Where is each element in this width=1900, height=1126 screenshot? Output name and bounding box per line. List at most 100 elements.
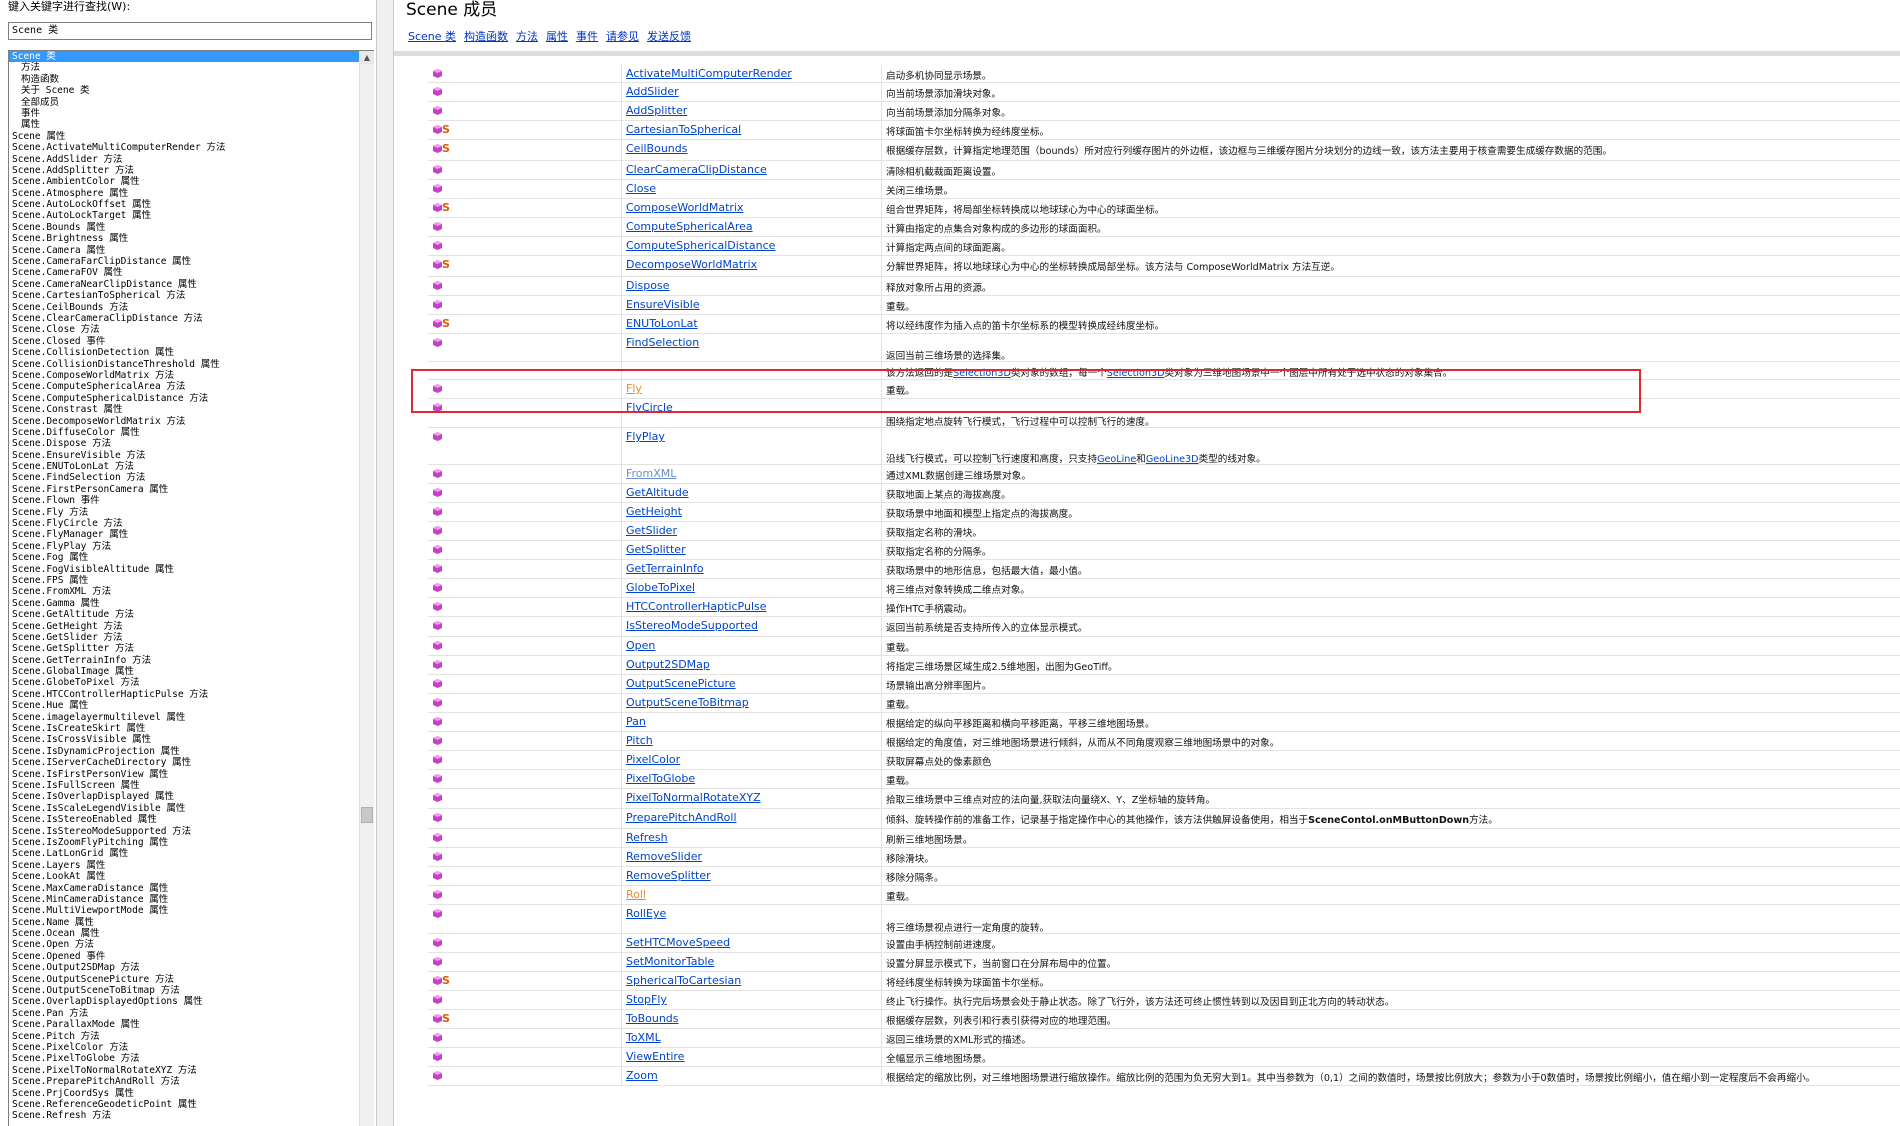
index-item[interactable]: Scene.GlobeToPixel 方法 bbox=[9, 677, 361, 688]
index-item[interactable]: Scene.IsOverlapDisplayed 属性 bbox=[9, 791, 361, 802]
index-item[interactable]: Scene.Atmosphere 属性 bbox=[9, 188, 361, 199]
member-link[interactable]: CeilBounds bbox=[626, 142, 688, 155]
index-item[interactable]: Scene.ActivateMultiComputerRender 方法 bbox=[9, 142, 361, 153]
index-item[interactable]: Scene.LookAt 属性 bbox=[9, 871, 361, 882]
index-item[interactable]: Scene.Fly 方法 bbox=[9, 507, 361, 518]
index-item[interactable]: Scene.FromXML 方法 bbox=[9, 586, 361, 597]
member-link[interactable]: Close bbox=[626, 182, 656, 195]
member-link[interactable]: GetAltitude bbox=[626, 486, 689, 499]
member-link[interactable]: ENUToLonLat bbox=[626, 317, 698, 330]
index-item[interactable]: Scene.ReferenceGeodeticPoint 属性 bbox=[9, 1099, 361, 1110]
member-link[interactable]: ComputeSphericalDistance bbox=[626, 239, 775, 252]
index-item[interactable]: Scene.IServerCacheDirectory 属性 bbox=[9, 757, 361, 768]
member-link[interactable]: ToBounds bbox=[626, 1012, 679, 1025]
index-item[interactable]: Scene.CameraFarClipDistance 属性 bbox=[9, 256, 361, 267]
member-link[interactable]: PixelToNormalRotateXYZ bbox=[626, 791, 761, 804]
index-item[interactable]: Scene.Hue 属性 bbox=[9, 700, 361, 711]
index-item[interactable]: Scene.AmbientColor 属性 bbox=[9, 176, 361, 187]
member-link[interactable]: GlobeToPixel bbox=[626, 581, 695, 594]
index-item[interactable]: Scene.Dispose 方法 bbox=[9, 438, 361, 449]
index-item[interactable]: Scene.IsFirstPersonView 属性 bbox=[9, 769, 361, 780]
member-link[interactable]: ToXML bbox=[626, 1031, 661, 1044]
index-item[interactable]: Scene.IsStereoModeSupported 方法 bbox=[9, 826, 361, 837]
index-item[interactable]: Scene.Name 属性 bbox=[9, 917, 361, 928]
index-item[interactable]: Scene.CollisionDetection 属性 bbox=[9, 347, 361, 358]
pane-splitter[interactable] bbox=[376, 0, 394, 1126]
index-item[interactable]: Scene 属性 bbox=[9, 131, 361, 142]
index-item[interactable]: Scene.AddSplitter 方法 bbox=[9, 165, 361, 176]
member-link[interactable]: GetSplitter bbox=[626, 543, 686, 556]
scroll-up-icon[interactable]: ▲ bbox=[360, 51, 374, 64]
index-item[interactable]: Scene.DecomposeWorldMatrix 方法 bbox=[9, 416, 361, 427]
member-link[interactable]: HTCControllerHapticPulse bbox=[626, 600, 767, 613]
nav-link[interactable]: 请参见 bbox=[606, 30, 639, 43]
index-item[interactable]: Scene.FlyCircle 方法 bbox=[9, 518, 361, 529]
member-link[interactable]: AddSlider bbox=[626, 85, 679, 98]
member-link[interactable]: Pitch bbox=[626, 734, 653, 747]
member-link[interactable]: RollEye bbox=[626, 907, 666, 920]
nav-link[interactable]: 发送反馈 bbox=[647, 30, 691, 43]
index-item[interactable]: Scene.FPS 属性 bbox=[9, 575, 361, 586]
index-item[interactable]: Scene.FlyManager 属性 bbox=[9, 529, 361, 540]
index-item[interactable]: Scene.Pan 方法 bbox=[9, 1008, 361, 1019]
index-item[interactable]: Scene.Closed 事件 bbox=[9, 336, 361, 347]
search-input[interactable]: Scene 类 bbox=[8, 22, 372, 40]
index-item[interactable]: Scene.Bounds 属性 bbox=[9, 222, 361, 233]
index-scrollbar[interactable]: ▲ bbox=[359, 51, 374, 1126]
index-item[interactable]: Scene.DiffuseColor 属性 bbox=[9, 427, 361, 438]
member-link[interactable]: Zoom bbox=[626, 1069, 658, 1082]
nav-link[interactable]: 方法 bbox=[516, 30, 538, 43]
index-item[interactable]: Scene.Output2SDMap 方法 bbox=[9, 962, 361, 973]
index-item[interactable]: Scene.ComputeSphericalArea 方法 bbox=[9, 381, 361, 392]
index-item[interactable]: Scene.Camera 属性 bbox=[9, 245, 361, 256]
index-item[interactable]: Scene.ComputeSphericalDistance 方法 bbox=[9, 393, 361, 404]
index-item[interactable]: Scene.CameraFOV 属性 bbox=[9, 267, 361, 278]
index-item[interactable]: Scene.IsCreateSkirt 属性 bbox=[9, 723, 361, 734]
member-link[interactable]: IsStereoModeSupported bbox=[626, 619, 758, 632]
index-item[interactable]: Scene.FirstPersonCamera 属性 bbox=[9, 484, 361, 495]
index-list-box[interactable]: Scene 类方法 构造函数 关于 Scene 类全部成员 事件 属性 Scene 属性 S… bbox=[8, 50, 374, 1126]
index-item[interactable]: Scene.Brightness 属性 bbox=[9, 233, 361, 244]
member-link[interactable]: Dispose bbox=[626, 279, 669, 292]
member-link[interactable]: Output2SDMap bbox=[626, 658, 710, 671]
member-link[interactable]: ViewEntire bbox=[626, 1050, 684, 1063]
index-item[interactable]: Scene.Fog 属性 bbox=[9, 552, 361, 563]
index-item[interactable]: Scene.FindSelection 方法 bbox=[9, 472, 361, 483]
index-item[interactable]: 事件 bbox=[9, 108, 361, 119]
index-item[interactable]: Scene.FlyPlay 方法 bbox=[9, 541, 361, 552]
index-item[interactable]: Scene.PixelToNormalRotateXYZ 方法 bbox=[9, 1065, 361, 1076]
member-link[interactable]: SetHTCMoveSpeed bbox=[626, 936, 730, 949]
index-item[interactable]: 关于 Scene 类 bbox=[9, 85, 361, 96]
index-item[interactable]: Scene.IsScaleLegendVisible 属性 bbox=[9, 803, 361, 814]
member-link[interactable]: SphericalToCartesian bbox=[626, 974, 741, 987]
index-item[interactable]: Scene.GetAltitude 方法 bbox=[9, 609, 361, 620]
index-item[interactable]: Scene.CeilBounds 方法 bbox=[9, 302, 361, 313]
member-link[interactable]: ComposeWorldMatrix bbox=[626, 201, 744, 214]
index-item[interactable]: Scene.GetSplitter 方法 bbox=[9, 643, 361, 654]
member-link[interactable]: Roll bbox=[626, 888, 646, 901]
index-item[interactable]: Scene.Layers 属性 bbox=[9, 860, 361, 871]
index-item[interactable]: Scene.CollisionDistanceThreshold 属性 bbox=[9, 359, 361, 370]
member-link[interactable]: GetTerrainInfo bbox=[626, 562, 704, 575]
member-link[interactable]: FlyPlay bbox=[626, 430, 665, 443]
scroll-thumb[interactable] bbox=[361, 807, 373, 824]
index-item[interactable]: Scene.imagelayermultilevel 属性 bbox=[9, 712, 361, 723]
member-link[interactable]: AddSplitter bbox=[626, 104, 687, 117]
index-item[interactable]: Scene.IsZoomFlyPitching 属性 bbox=[9, 837, 361, 848]
index-item[interactable]: Scene.Constrast 属性 bbox=[9, 404, 361, 415]
index-item[interactable]: Scene.IsFullScreen 属性 bbox=[9, 780, 361, 791]
member-link[interactable]: FindSelection bbox=[626, 336, 699, 349]
index-item[interactable]: Scene.OutputSceneToBitmap 方法 bbox=[9, 985, 361, 996]
nav-link[interactable]: 事件 bbox=[576, 30, 598, 43]
index-item[interactable]: Scene.EnsureVisible 方法 bbox=[9, 450, 361, 461]
index-item[interactable]: Scene.ParallaxMode 属性 bbox=[9, 1019, 361, 1030]
index-item[interactable]: Scene.OverlapDisplayedOptions 属性 bbox=[9, 996, 361, 1007]
index-item[interactable]: Scene.LatLonGrid 属性 bbox=[9, 848, 361, 859]
member-link[interactable]: EnsureVisible bbox=[626, 298, 700, 311]
nav-link[interactable]: Scene 类 bbox=[408, 30, 456, 43]
nav-link[interactable]: 构造函数 bbox=[464, 30, 508, 43]
index-item[interactable]: Scene.GetTerrainInfo 方法 bbox=[9, 655, 361, 666]
index-item[interactable]: Scene.Flown 事件 bbox=[9, 495, 361, 506]
index-item[interactable]: Scene.MinCameraDistance 属性 bbox=[9, 894, 361, 905]
index-item[interactable]: Scene.PrjCoordSys 属性 bbox=[9, 1088, 361, 1099]
